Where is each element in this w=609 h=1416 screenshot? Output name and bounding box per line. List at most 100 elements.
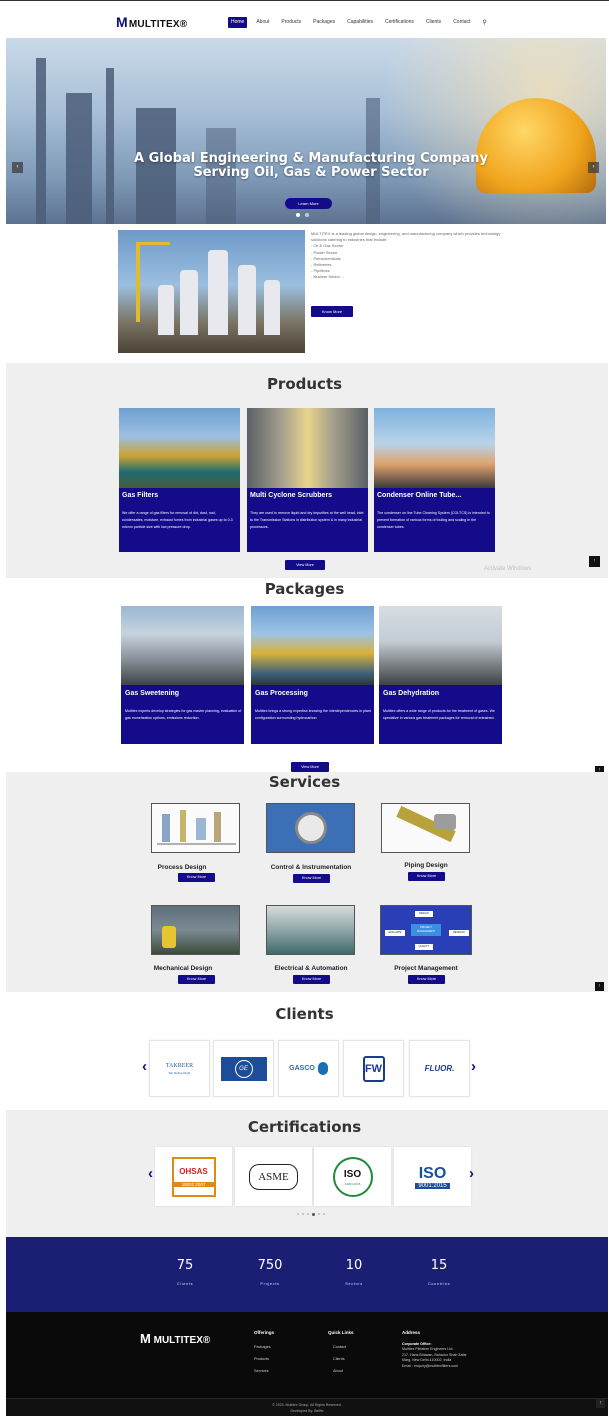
footer-copyright-bar: © 2023. Multitex Group. All Rights Reser…	[6, 1398, 608, 1416]
arrow-up-icon[interactable]: ↑	[596, 1399, 605, 1408]
hero-title: A Global Engineering & Manufacturing Com…	[134, 151, 488, 180]
product-card[interactable]: Multi Cyclone Scrubbers They are used to…	[247, 408, 368, 552]
process-design-know-more-button[interactable]: Know More	[178, 873, 215, 882]
developer-credit[interactable]: Developed By: Bellfix	[6, 1408, 608, 1414]
control-instrumentation-know-more-button[interactable]: Know More	[293, 874, 330, 883]
client-logo-fw: FW	[343, 1040, 404, 1097]
chevron-right-icon[interactable]: ›	[471, 1058, 476, 1075]
multi-cyclone-image	[247, 408, 368, 488]
main-nav: Home About Products Packages Capabilitie…	[228, 17, 490, 28]
cert-logo-asme: ASME	[235, 1147, 312, 1206]
footer-link-products[interactable]: Products	[254, 1357, 269, 1361]
project-management-know-more-button[interactable]: Know More	[408, 975, 445, 984]
electrical-automation-image	[266, 905, 355, 955]
stat-countries-number: 15	[430, 1258, 448, 1273]
cert-carousel-dots	[297, 1213, 325, 1216]
service-name: Mechanical Design	[153, 965, 213, 972]
footer-logo[interactable]: M MULTITEX®	[140, 1331, 210, 1346]
service-name: Process Design	[157, 864, 207, 871]
service-name: Project Management	[394, 965, 458, 972]
activation-watermark: Activate Windows	[484, 566, 532, 572]
client-logo-takreer: TAKREER We Refine Right	[149, 1040, 210, 1097]
mechanical-design-know-more-button[interactable]: Know More	[178, 975, 215, 984]
control-instrumentation-image	[266, 803, 355, 853]
stat-projects-label: Projects	[260, 1281, 280, 1286]
cert-logo-iso-14001: ISO 14001:2015	[314, 1147, 391, 1206]
about-image	[118, 230, 305, 353]
clients-title: Clients	[275, 1005, 334, 1023]
stat-projects-number: 750	[257, 1258, 283, 1273]
footer-link-clients[interactable]: Clients	[333, 1357, 345, 1361]
process-design-image	[151, 803, 240, 853]
package-card[interactable]: Gas Dehydration Multitex offers a wide r…	[379, 606, 502, 744]
chevron-left-icon[interactable]: ‹	[142, 1058, 147, 1075]
certifications-title: Certifications	[247, 1118, 362, 1136]
stat-sectors-label: Sectors	[345, 1281, 363, 1286]
chevron-right-icon[interactable]: ›	[588, 162, 599, 173]
product-card[interactable]: Condenser Online Tube... The condenser o…	[374, 408, 495, 552]
client-logo-gasco: GASCO	[278, 1040, 339, 1097]
footer-link-services[interactable]: Services	[254, 1369, 269, 1373]
service-name: Control & Instrumentation	[270, 864, 352, 871]
condenser-image	[374, 408, 495, 488]
chevron-right-icon[interactable]: ›	[469, 1165, 474, 1182]
footer-link-about[interactable]: About	[333, 1369, 343, 1373]
nav-products[interactable]: Products	[278, 17, 304, 28]
footer-address-heading: Address	[402, 1330, 421, 1335]
about-list: - Oil & Gas Sector - Power Sector - Petr…	[311, 243, 345, 280]
package-card[interactable]: Gas Sweetening Multitex experts develop …	[121, 606, 244, 744]
cert-logo-iso-9001: ISO 9001:2015	[394, 1147, 471, 1206]
nav-certifications[interactable]: Certifications	[382, 17, 417, 28]
stat-clients-label: Clients	[176, 1281, 194, 1286]
piping-design-know-more-button[interactable]: Know More	[408, 872, 445, 881]
package-card[interactable]: Gas Processing Multitex brings a strong …	[251, 606, 374, 744]
gas-processing-image	[251, 606, 374, 685]
stat-sectors-number: 10	[345, 1258, 363, 1273]
refinery-tower	[106, 68, 114, 224]
nav-capabilities[interactable]: Capabilities	[344, 17, 376, 28]
gas-sweetening-image	[121, 606, 244, 685]
electrical-automation-know-more-button[interactable]: Know More	[293, 975, 330, 984]
chevron-left-icon[interactable]: ‹	[148, 1165, 153, 1182]
refinery-tower	[66, 93, 92, 224]
hero-carousel-dots	[296, 213, 309, 217]
nav-home[interactable]: Home	[228, 17, 248, 28]
mechanical-design-image	[151, 905, 240, 955]
about-text: MULTITEX is a leading global design, eng…	[311, 231, 511, 281]
logo-mark-icon: M	[140, 1331, 151, 1346]
project-management-image: DESIGN PROJECT MANAGEMENT EVALUATE DEVEL…	[380, 905, 472, 955]
site-header: MMULTITEX® Home About Products Packages …	[0, 0, 609, 38]
client-logo-fluor: FLUOR.	[409, 1040, 470, 1097]
carousel-dot[interactable]	[305, 213, 309, 217]
stats-band	[6, 1237, 608, 1312]
nav-about[interactable]: About	[253, 17, 272, 28]
learn-more-button[interactable]: Learn More	[285, 198, 332, 209]
footer-link-contact[interactable]: Contact	[333, 1345, 346, 1349]
about-know-more-button[interactable]: Know More	[311, 306, 353, 317]
hero-banner: A Global Engineering & Manufacturing Com…	[6, 38, 606, 224]
product-card[interactable]: Gas Filters We offer a range of gas filt…	[119, 408, 240, 552]
client-logo-ge: GE	[213, 1040, 274, 1097]
nav-packages[interactable]: Packages	[310, 17, 338, 28]
chevron-left-icon[interactable]: ‹	[12, 162, 23, 173]
footer-link-packages[interactable]: Packages	[254, 1345, 271, 1349]
products-title: Products	[266, 375, 343, 393]
arrow-up-icon[interactable]: ↑	[589, 556, 600, 567]
site-logo[interactable]: MMULTITEX®	[116, 14, 187, 30]
nav-contact[interactable]: Contact	[450, 17, 473, 28]
footer-offerings-heading: Offerings	[254, 1330, 275, 1335]
nav-clients[interactable]: Clients	[423, 17, 444, 28]
service-name: Electrical & Automation	[274, 965, 348, 972]
refinery-tower	[36, 58, 46, 224]
gas-filters-image	[119, 408, 240, 488]
search-icon[interactable]: ⚲	[479, 17, 489, 28]
carousel-dot[interactable]	[296, 213, 300, 217]
services-title: Services	[268, 773, 341, 791]
logo-mark-icon: M	[116, 14, 128, 30]
flame-icon	[317, 1062, 328, 1075]
footer-address: Corporate Office: Multitex Filtration En…	[402, 1342, 467, 1368]
arrow-up-icon[interactable]: ↑	[595, 982, 604, 991]
stat-clients-number: 75	[176, 1258, 194, 1273]
packages-view-more-button[interactable]: View More	[291, 762, 329, 772]
products-view-more-button[interactable]: View More	[285, 560, 325, 570]
